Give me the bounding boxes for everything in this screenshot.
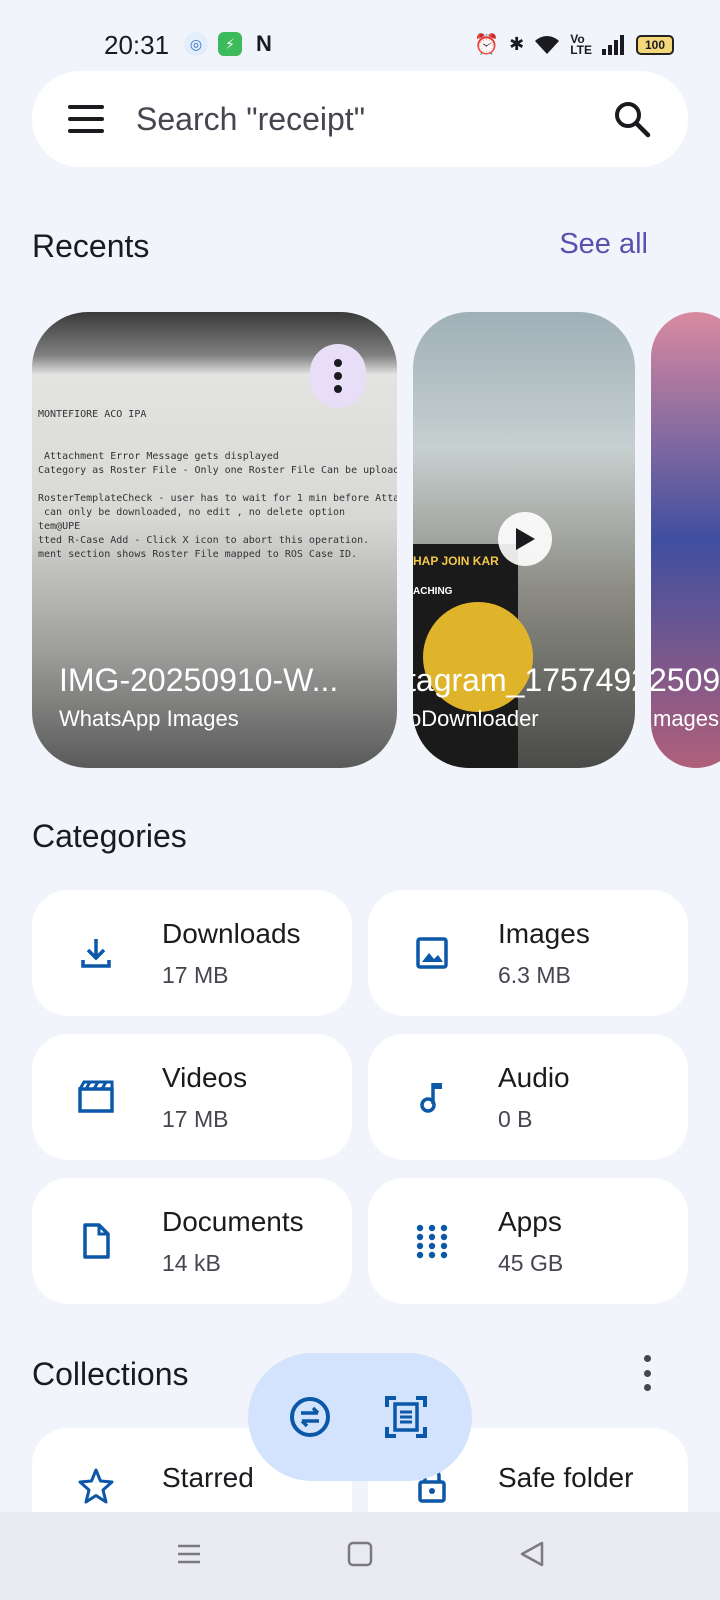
video-banner-text: HAP JOIN KAR ACHING xyxy=(413,554,499,597)
category-size: 6.3 MB xyxy=(498,962,571,988)
category-apps[interactable]: Apps 45 GB xyxy=(368,1178,688,1304)
category-audio[interactable]: Audio 0 B xyxy=(368,1034,688,1160)
browser-icon: ◎ xyxy=(184,32,208,56)
category-size: 45 GB xyxy=(498,1250,564,1276)
system-nav-bar xyxy=(0,1512,720,1600)
category-name: Audio xyxy=(498,1062,570,1093)
category-videos[interactable]: Videos 17 MB xyxy=(32,1034,352,1160)
recent-card-title: 2509 xyxy=(651,662,720,698)
alarm-icon: ⏰ xyxy=(474,34,500,56)
recent-card-subtitle: WhatsApp Images xyxy=(59,706,239,731)
floating-action-pill xyxy=(248,1353,472,1481)
recent-card-image[interactable]: MONTEFIORE ACO IPA Attachment Error Mess… xyxy=(32,312,397,768)
category-name: Images xyxy=(498,918,590,949)
recents-carousel[interactable]: MONTEFIORE ACO IPA Attachment Error Mess… xyxy=(0,312,720,768)
volte-icon: Vo LTE xyxy=(570,31,592,57)
category-downloads[interactable]: Downloads 17 MB xyxy=(32,890,352,1016)
recent-apps-icon[interactable] xyxy=(175,1540,203,1568)
apps-grid-icon xyxy=(416,1224,448,1259)
category-size: 17 MB xyxy=(162,1106,229,1132)
music-note-icon xyxy=(420,1083,442,1113)
collection-name: Safe folder xyxy=(498,1462,634,1493)
category-size: 14 kB xyxy=(162,1250,221,1276)
hamburger-menu-icon[interactable] xyxy=(68,105,104,133)
status-time: 20:31 xyxy=(104,30,170,60)
category-name: Documents xyxy=(162,1206,304,1237)
shield-app-icon: ⚡ xyxy=(218,32,242,56)
collections-more-icon[interactable] xyxy=(641,1355,653,1391)
search-input[interactable]: Search "receipt" xyxy=(136,101,365,138)
search-bar[interactable]: Search "receipt" xyxy=(32,71,688,167)
wifi-icon xyxy=(535,35,560,54)
category-size: 17 MB xyxy=(162,962,229,988)
status-right-icons: ⏰ ✱ Vo LTE 100 xyxy=(474,32,674,57)
category-images[interactable]: Images 6.3 MB xyxy=(368,890,688,1016)
transfer-icon[interactable] xyxy=(288,1395,332,1439)
category-name: Downloads xyxy=(162,918,301,949)
play-icon[interactable] xyxy=(498,512,552,566)
recents-title: Recents xyxy=(32,228,150,264)
search-icon[interactable] xyxy=(612,99,652,139)
category-documents[interactable]: Documents 14 kB xyxy=(32,1178,352,1304)
home-icon[interactable] xyxy=(346,1540,374,1568)
recent-card-image[interactable]: 2509 mages xyxy=(651,312,720,768)
scan-document-icon[interactable] xyxy=(384,1395,428,1439)
netflix-n-icon: N xyxy=(256,31,272,56)
photo-document-text: MONTEFIORE ACO IPA Attachment Error Mess… xyxy=(38,409,397,560)
signal-icon xyxy=(602,34,624,55)
download-icon xyxy=(81,939,111,968)
video-icon xyxy=(78,1080,114,1113)
recent-card-video[interactable]: HAP JOIN KAR ACHING tagram_17574925 oDow… xyxy=(413,312,635,768)
bluetooth-icon: ✱ xyxy=(509,34,525,54)
recent-card-subtitle: oDownloader xyxy=(413,706,539,731)
collections-title: Collections xyxy=(32,1356,189,1392)
star-icon xyxy=(78,1468,114,1504)
recent-card-title: IMG-20250910-W... xyxy=(59,662,339,698)
collection-name: Starred xyxy=(162,1462,254,1493)
status-app-icons: ◎ ⚡ N xyxy=(184,31,276,56)
battery-icon: 100 xyxy=(636,34,674,55)
more-options-icon[interactable] xyxy=(310,344,366,408)
recent-card-title: tagram_17574925 xyxy=(413,662,635,698)
recent-card-subtitle: mages xyxy=(653,706,720,731)
category-name: Videos xyxy=(162,1062,248,1093)
category-name: Apps xyxy=(498,1206,562,1237)
see-all-link[interactable]: See all xyxy=(559,228,648,261)
image-icon xyxy=(416,937,448,969)
document-icon xyxy=(83,1223,110,1259)
back-icon[interactable] xyxy=(518,1540,546,1568)
categories-title: Categories xyxy=(32,818,187,854)
category-size: 0 B xyxy=(498,1106,533,1132)
